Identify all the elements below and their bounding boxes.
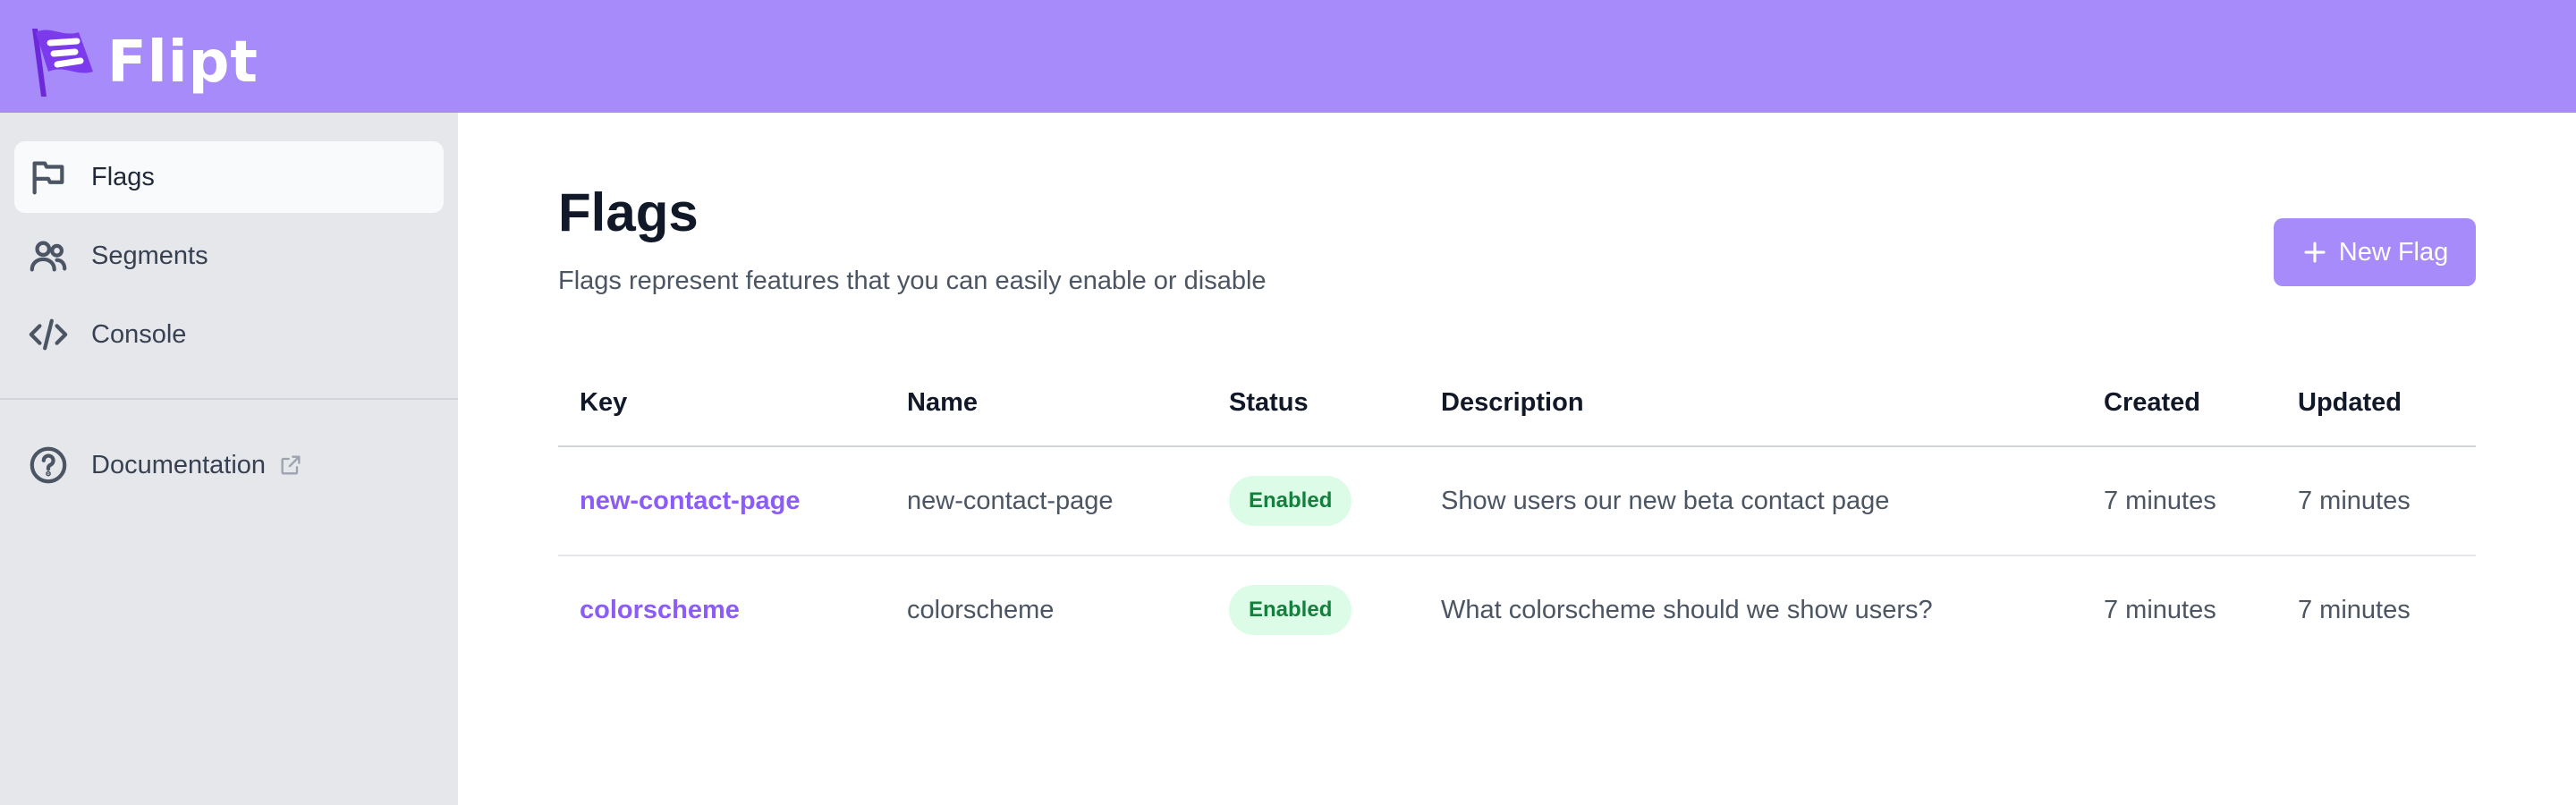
sidebar-item-label: Flags	[91, 162, 155, 191]
table-row[interactable]: new-contact-page new-contact-page Enable…	[558, 447, 2476, 556]
plus-icon	[2301, 239, 2328, 266]
sidebar-item-segments[interactable]: Segments	[14, 220, 444, 292]
flag-created: 7 minutes	[2104, 595, 2216, 624]
flags-table: Key Name Status Description Created Upda…	[558, 360, 2476, 665]
page-title: Flags	[558, 182, 699, 242]
flipt-logo-icon	[32, 29, 93, 97]
sidebar: Flags Segments Console Documentation	[0, 113, 458, 805]
sidebar-item-console[interactable]: Console	[14, 299, 444, 370]
flag-updated: 7 minutes	[2298, 595, 2411, 624]
column-header-updated[interactable]: Updated	[2298, 360, 2402, 445]
sidebar-item-label: Documentation	[91, 450, 267, 479]
column-header-key[interactable]: Key	[580, 360, 627, 445]
column-header-description[interactable]: Description	[1441, 360, 1584, 445]
page-subtitle: Flags represent features that you can ea…	[558, 267, 1267, 295]
flag-updated: 7 minutes	[2298, 486, 2411, 515]
flag-key-link[interactable]: colorscheme	[580, 556, 740, 664]
sidebar-item-label: Console	[91, 319, 187, 349]
column-header-status[interactable]: Status	[1229, 360, 1309, 445]
new-flag-button-label: New Flag	[2338, 237, 2449, 267]
sidebar-item-flags[interactable]: Flags	[14, 141, 444, 213]
sidebar-item-documentation[interactable]: Documentation	[14, 429, 444, 501]
column-header-created[interactable]: Created	[2104, 360, 2200, 445]
flipt-logo[interactable]: Flipt	[27, 25, 258, 100]
flag-description: What colorscheme should we show users?	[1441, 595, 1933, 624]
flag-created: 7 minutes	[2104, 486, 2216, 515]
status-badge: Enabled	[1229, 585, 1352, 635]
sidebar-item-label: Segments	[91, 241, 208, 270]
flag-description: Show users our new beta contact page	[1441, 486, 1890, 515]
status-badge: Enabled	[1229, 476, 1352, 526]
flag-key-link[interactable]: new-contact-page	[580, 447, 801, 555]
table-header: Key Name Status Description Created Upda…	[558, 360, 2476, 447]
table-row[interactable]: colorscheme colorscheme Enabled What col…	[558, 556, 2476, 665]
flag-icon	[27, 156, 70, 199]
top-header: Flipt	[0, 0, 2576, 113]
status-cell: Enabled	[1229, 556, 1352, 664]
sidebar-divider	[0, 398, 458, 400]
flag-name: new-contact-page	[907, 486, 1114, 515]
code-icon	[27, 313, 70, 356]
users-icon	[27, 234, 70, 277]
external-link-icon	[278, 452, 305, 479]
column-header-name[interactable]: Name	[907, 360, 978, 445]
new-flag-button[interactable]: New Flag	[2274, 218, 2476, 286]
flag-name: colorscheme	[907, 595, 1055, 624]
question-circle-icon	[27, 444, 70, 487]
app-name: Flipt	[107, 30, 258, 96]
status-cell: Enabled	[1229, 447, 1352, 555]
main-content: Flags Flags represent features that you …	[458, 113, 2576, 805]
